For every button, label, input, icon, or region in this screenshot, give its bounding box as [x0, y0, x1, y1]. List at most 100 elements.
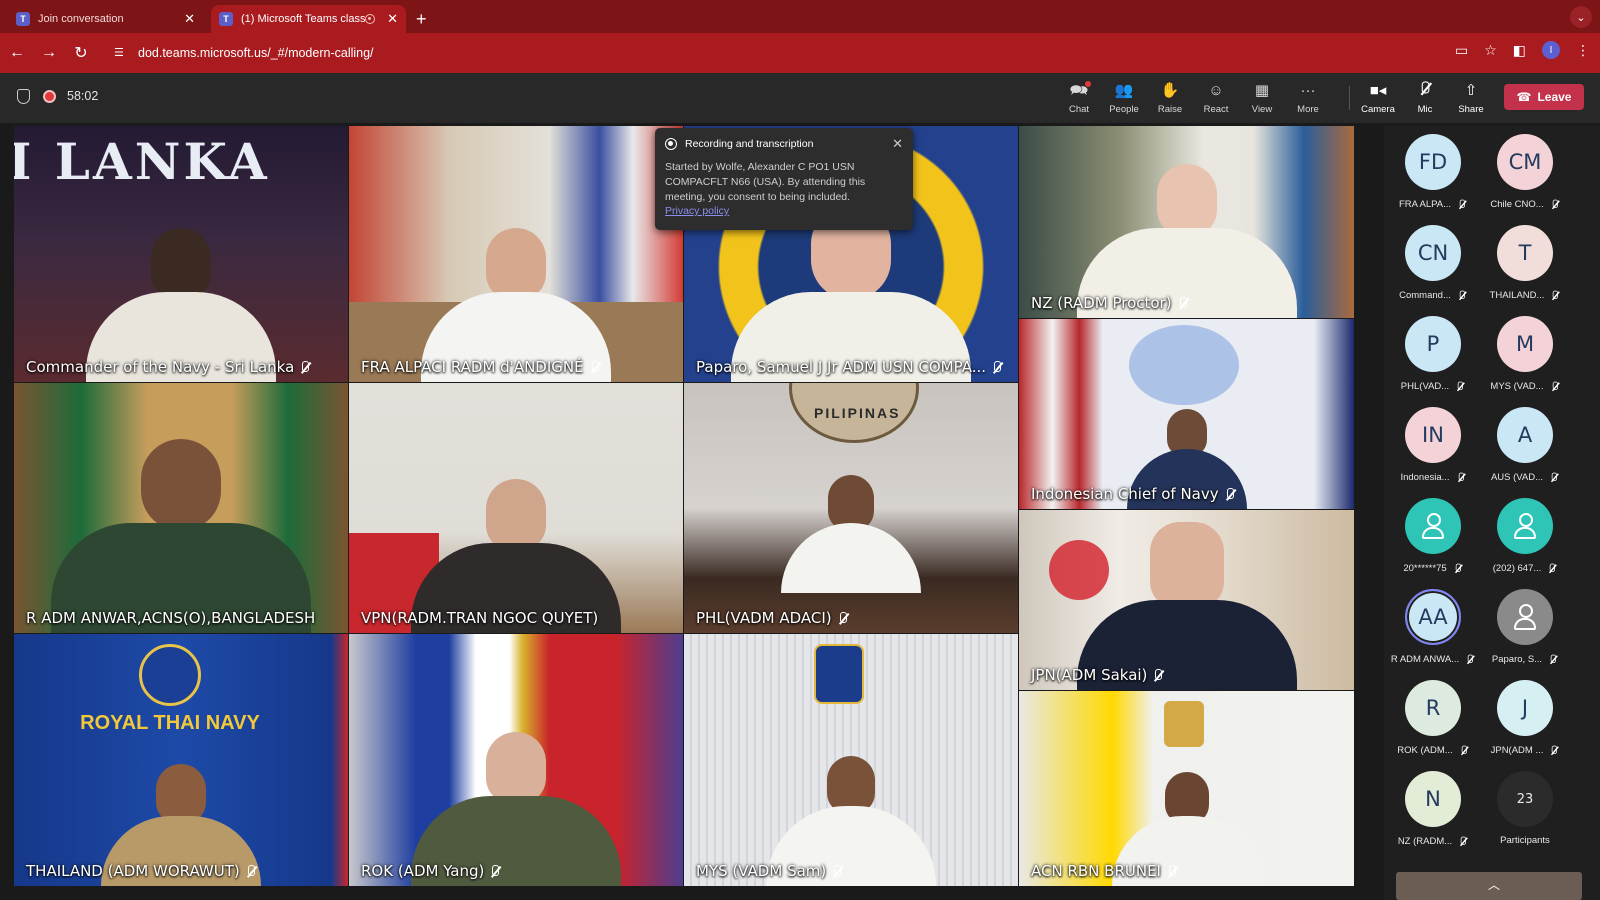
- close-tab-icon[interactable]: ✕: [184, 11, 195, 27]
- participant-cell[interactable]: (202) 647...: [1480, 498, 1570, 575]
- tab-title: (1) Microsoft Teams classic: [241, 13, 366, 25]
- participant-cell[interactable]: FD FRA ALPA...: [1388, 134, 1478, 211]
- people-button[interactable]: 👥 People: [1102, 80, 1146, 115]
- privacy-policy-link[interactable]: Privacy policy: [665, 205, 903, 217]
- participant-cell[interactable]: T THAILAND...: [1480, 225, 1570, 302]
- reload-icon[interactable]: ↻: [66, 43, 96, 63]
- recording-notice-popup: Recording and transcription Started by W…: [655, 128, 913, 230]
- mic-muted-icon: [992, 360, 1002, 374]
- participant-cell[interactable]: R ROK (ADM...: [1388, 680, 1478, 757]
- close-tab-icon[interactable]: ✕: [387, 11, 398, 27]
- close-icon[interactable]: ✕: [892, 136, 903, 152]
- chat-button[interactable]: 🗪 Chat: [1057, 80, 1101, 115]
- participant-name: ROK (ADM...: [1388, 744, 1478, 757]
- leave-button[interactable]: ☎ Leave: [1504, 84, 1584, 110]
- participant-cell[interactable]: A AUS (VAD...: [1480, 407, 1570, 484]
- participant-cell[interactable]: 23 Participants: [1480, 771, 1570, 846]
- site-settings-icon[interactable]: ☰: [114, 46, 130, 60]
- video-tile[interactable]: PILIPINAS PHL(VADM ADACI): [684, 383, 1018, 633]
- participant-avatar: [1497, 589, 1553, 645]
- react-button[interactable]: ☺ React: [1194, 80, 1238, 115]
- participant-cell[interactable]: 20******75: [1388, 498, 1478, 575]
- back-arrow-icon[interactable]: ←: [2, 44, 32, 62]
- video-tile[interactable]: JPN(ADM Sakai): [1019, 510, 1354, 690]
- participant-cell[interactable]: M MYS (VAD...: [1480, 316, 1570, 393]
- person-icon: [1422, 513, 1444, 539]
- bookmark-star-icon[interactable]: ☆: [1484, 42, 1497, 59]
- video-tile[interactable]: VPN(RADM.TRAN NGOC QUYET): [349, 383, 683, 633]
- new-tab-button[interactable]: +: [416, 5, 427, 33]
- browser-tab-teams[interactable]: T (1) Microsoft Teams classic ✕: [211, 5, 406, 33]
- participant-name: PHL(VAD...: [1388, 380, 1478, 393]
- mic-muted-icon: [1551, 199, 1559, 210]
- participant-cell[interactable]: CN Command...: [1388, 225, 1478, 302]
- video-tile[interactable]: MYS (VADM Sam): [684, 634, 1018, 886]
- video-tile[interactable]: ROYAL THAI NAVY THAILAND (ADM WORAWUT): [14, 634, 348, 886]
- video-tile[interactable]: R ADM ANWAR,ACNS(O),BANGLADESH: [14, 383, 348, 633]
- profile-avatar[interactable]: I: [1542, 41, 1560, 59]
- participant-avatar: P: [1405, 316, 1461, 372]
- mic-button[interactable]: Mic: [1403, 80, 1447, 115]
- participant-name-label: R ADM ANWAR,ACNS(O),BANGLADESH: [26, 609, 316, 627]
- mic-muted-icon: [1457, 472, 1465, 483]
- video-tile[interactable]: NZ (RADM Proctor): [1019, 126, 1354, 318]
- participant-cell[interactable]: CM Chile CNO...: [1480, 134, 1570, 211]
- participant-avatar: IN: [1405, 407, 1461, 463]
- video-tile[interactable]: ACN RBN BRUNEI: [1019, 691, 1354, 886]
- chat-icon: 🗪: [1057, 80, 1101, 102]
- mic-muted-icon: [1454, 563, 1462, 574]
- teams-favicon-icon: T: [219, 12, 233, 26]
- mic-muted-icon: [1458, 199, 1466, 210]
- browser-actions: ▭ ☆ ◧ I ⋮: [1455, 41, 1590, 59]
- share-button[interactable]: ⇧ Share: [1449, 80, 1493, 115]
- teams-favicon-icon: T: [16, 12, 30, 26]
- participant-cell[interactable]: P PHL(VAD...: [1388, 316, 1478, 393]
- video-tile[interactable]: Indonesian Chief of Navy: [1019, 319, 1354, 509]
- participant-cell[interactable]: N NZ (RADM...: [1388, 771, 1478, 848]
- forward-arrow-icon[interactable]: →: [34, 44, 64, 62]
- more-button[interactable]: ··· More: [1286, 80, 1330, 115]
- video-tile[interactable]: FRA ALPACI RADM d'ANDIGNÉ: [349, 126, 683, 382]
- mic-muted-icon: [1225, 487, 1235, 501]
- camera-button[interactable]: ■◂ Camera: [1356, 80, 1400, 115]
- mic-muted-icon: [1459, 836, 1467, 847]
- mic-muted-icon: [1551, 745, 1559, 756]
- participant-cell[interactable]: J JPN(ADM ...: [1480, 680, 1570, 757]
- recording-indicator-icon: [365, 14, 376, 24]
- chevron-up-icon[interactable]: ︿: [1488, 876, 1500, 893]
- video-tile[interactable]: ROK (ADM Yang): [349, 634, 683, 886]
- participant-cell[interactable]: AA R ADM ANWA...: [1388, 589, 1478, 666]
- participant-cell[interactable]: Paparo, S...: [1480, 589, 1570, 666]
- participant-name: FRA ALPA...: [1388, 198, 1478, 211]
- participant-name-label: FRA ALPACI RADM d'ANDIGNÉ: [361, 358, 600, 376]
- browser-tab-bar: T Join conversation ✕ T (1) Microsoft Te…: [0, 0, 1600, 33]
- view-button[interactable]: ▦ View: [1240, 80, 1284, 115]
- kebab-menu-icon[interactable]: ⋮: [1576, 42, 1590, 59]
- participant-avatar: A: [1497, 407, 1553, 463]
- raise-hand-button[interactable]: ✋ Raise: [1148, 80, 1192, 115]
- tab-search-icon[interactable]: ⌄: [1570, 6, 1592, 28]
- participant-video: [781, 475, 921, 593]
- mic-muted-icon: [1551, 381, 1559, 392]
- participant-rail: FD FRA ALPA... CM Chile CNO... CN Command... T…: [1384, 126, 1600, 900]
- participant-name-label: THAILAND (ADM WORAWUT): [26, 862, 256, 880]
- address-bar[interactable]: ☰ dod.teams.microsoft.us/_#/modern-calli…: [108, 38, 1450, 68]
- participant-name: 20******75: [1388, 562, 1478, 575]
- participant-avatar: 23: [1497, 771, 1553, 827]
- backdrop-text: ROYAL THAI NAVY: [80, 712, 260, 734]
- participant-name: Participants: [1500, 835, 1550, 846]
- participant-cell[interactable]: IN Indonesia...: [1388, 407, 1478, 484]
- browser-tab-join-conversation[interactable]: T Join conversation ✕: [8, 5, 203, 33]
- cast-icon[interactable]: ▭: [1455, 42, 1468, 59]
- popup-body: Started by Wolfe, Alexander C PO1 USN CO…: [665, 161, 866, 203]
- smile-icon: ☺: [1208, 82, 1224, 99]
- video-tile[interactable]: I LANKA Commander of the Navy - Sri Lank…: [14, 126, 348, 382]
- mic-muted-icon: [490, 864, 500, 878]
- participant-avatar: CN: [1405, 225, 1461, 281]
- participant-name: Paparo, S...: [1480, 653, 1570, 666]
- mic-muted-icon: [1458, 290, 1466, 301]
- participant-video: [1076, 522, 1297, 690]
- participant-name: R ADM ANWA...: [1388, 653, 1478, 666]
- mic-muted-icon: [1552, 290, 1560, 301]
- sidepanel-icon[interactable]: ◧: [1513, 42, 1526, 59]
